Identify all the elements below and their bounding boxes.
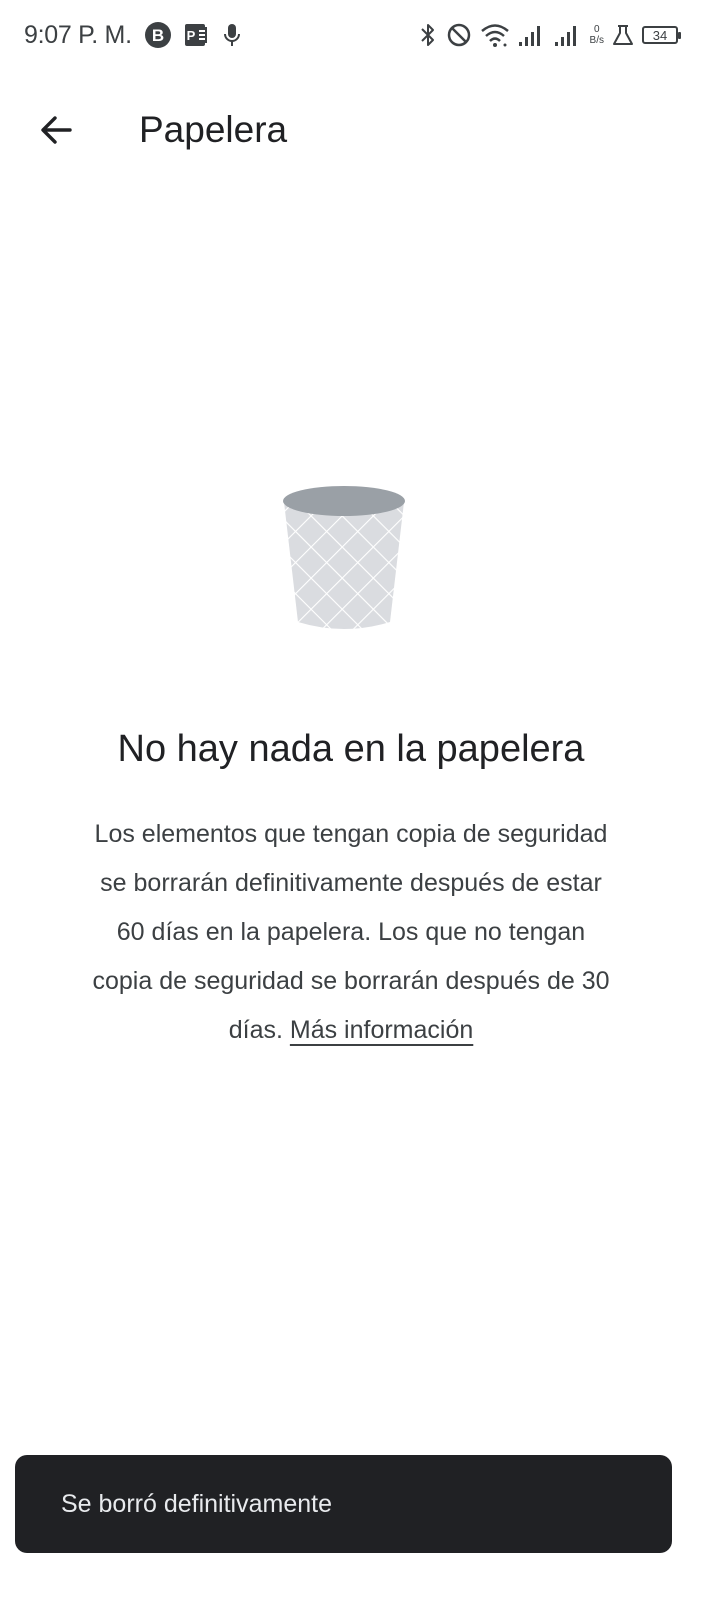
status-bar: 9:07 P. M. B P 0 B/s 34 <box>0 0 702 70</box>
signal-icon-2 <box>554 23 582 47</box>
page-title: Papelera <box>139 109 288 150</box>
lab-icon <box>612 23 634 47</box>
snackbar: Se borró definitivamente <box>15 1455 672 1553</box>
app-bar: Papelera <box>0 90 702 170</box>
status-right: 0 B/s 34 <box>410 21 681 49</box>
trash-can-icon <box>280 484 408 634</box>
net-speed-unit: B/s <box>589 35 604 46</box>
battery-indicator: 34 <box>642 26 681 44</box>
microphone-icon <box>220 21 244 49</box>
net-speed: 0 B/s <box>590 24 604 46</box>
document-app-icon: P <box>182 21 210 49</box>
learn-more-link[interactable]: Más información <box>290 1016 473 1044</box>
screen: 9:07 P. M. B P 0 B/s 34 Papelera No hay … <box>0 0 702 1600</box>
status-left: 9:07 P. M. B P <box>24 21 254 50</box>
svg-text:P: P <box>186 28 195 43</box>
status-time: 9:07 P. M. <box>24 20 132 49</box>
arrow-back-icon <box>41 116 72 144</box>
b-badge-icon: B <box>144 21 172 49</box>
empty-state-title: No hay nada en la papelera <box>117 728 585 770</box>
bluetooth-icon <box>418 21 438 49</box>
empty-state-description: Los elementos que tengan copia de seguri… <box>88 810 614 1055</box>
wifi-icon <box>480 22 510 48</box>
svg-text:B: B <box>152 26 164 45</box>
snackbar-message: Se borró definitivamente <box>61 1489 332 1518</box>
signal-icon <box>518 23 546 47</box>
battery-level: 34 <box>652 27 668 43</box>
net-speed-value: 0 <box>593 24 600 35</box>
empty-state-text: Los elementos que tengan copia de seguri… <box>92 820 610 1044</box>
back-button[interactable] <box>28 102 84 158</box>
do-not-disturb-icon <box>446 22 472 48</box>
